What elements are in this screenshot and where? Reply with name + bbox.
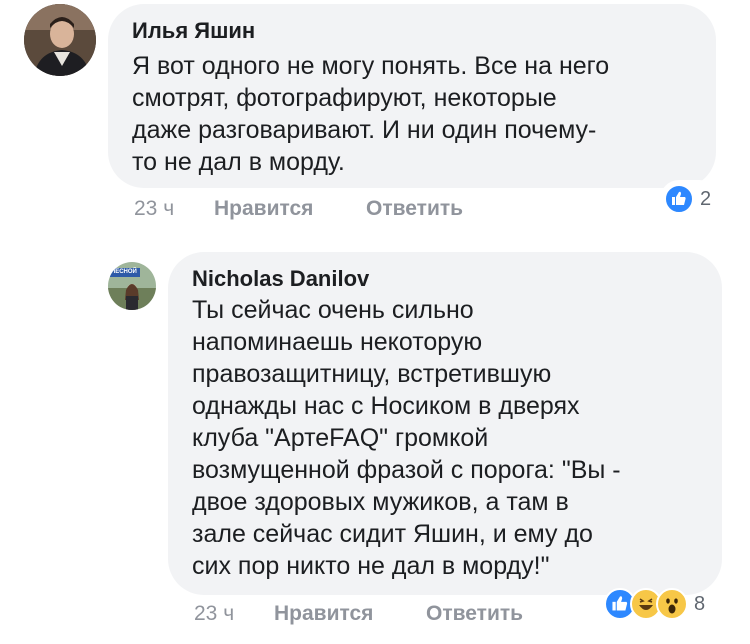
avatar-photo [24,4,96,76]
comment-meta: 23 ч Нравится Ответить [134,197,534,225]
comment-meta: 23 ч Нравится Ответить [194,602,594,630]
comment-author[interactable]: Илья Яшин [132,18,694,44]
comment-time[interactable]: 23 ч [134,197,174,221]
reaction-count: 2 [700,187,712,210]
reply-button[interactable]: Ответить [366,197,463,221]
comment-bubble: Илья Яшин Я вот одного не могу понять. В… [108,4,716,188]
comment-text: Ты сейчас очень сильно напоминаешь некот… [192,296,621,580]
comment-text: Я вот одного не могу понять. Все на него… [132,52,610,176]
avatar[interactable] [24,4,96,76]
comment-time[interactable]: 23 ч [194,602,234,626]
like-button[interactable]: Нравится [214,197,313,221]
reactions-summary[interactable]: 8 [600,584,724,624]
reaction-count: 8 [694,592,706,615]
like-button[interactable]: Нравится [274,602,373,626]
wow-icon [656,588,688,620]
like-icon [664,184,694,214]
avatar[interactable]: ЛЕСНОЙ [108,262,156,310]
comment-bubble: Nicholas Danilov Ты сейчас очень сильно … [168,252,722,595]
avatar-sign-text: ЛЕСНОЙ [111,269,137,275]
reactions-summary[interactable]: 2 [660,180,718,218]
comment-author[interactable]: Nicholas Danilov [192,266,702,292]
reply-button[interactable]: Ответить [426,602,523,626]
